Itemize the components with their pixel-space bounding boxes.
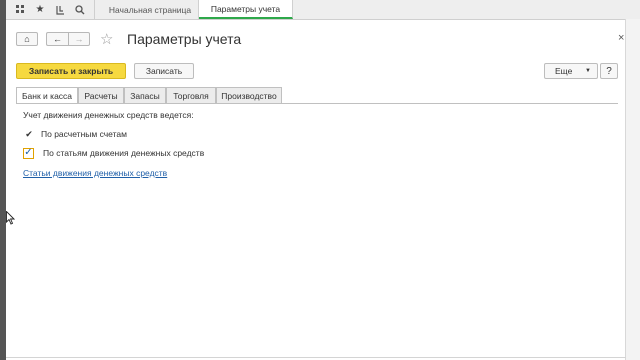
back-button[interactable]: ← (46, 32, 68, 46)
option-by-cash-flow-items[interactable]: ✓ По статьям движения денежных средств (23, 146, 204, 160)
arrow-left-icon: ← (53, 34, 62, 44)
tab-trade[interactable]: Торговля (166, 87, 216, 103)
top-tab-bar: ★ Начальная страница Параметры учета (6, 0, 640, 20)
home-icon: ⌂ (24, 34, 30, 44)
mouse-cursor-icon (6, 210, 16, 227)
home-button[interactable]: ⌂ (16, 32, 38, 46)
tab-panel-border (16, 103, 618, 104)
grid-icon[interactable] (12, 0, 28, 19)
star-icon[interactable]: ★ (32, 0, 48, 19)
tab-label: Параметры учета (210, 3, 281, 14)
checkbox[interactable]: ✓ (23, 147, 34, 159)
tab-accounting-parameters[interactable]: Параметры учета (199, 0, 293, 19)
tab-settlements[interactable]: Расчеты (78, 87, 124, 103)
save-and-close-button[interactable]: Записать и закрыть (16, 63, 126, 79)
help-button[interactable]: ? (600, 63, 618, 79)
tab-label: Начальная страница (108, 4, 192, 15)
forward-button[interactable]: → (68, 32, 90, 46)
cash-flow-items-link[interactable]: Статьи движения денежных средств (23, 168, 167, 178)
close-icon[interactable]: × (618, 32, 624, 44)
cash-flow-accounting-label: Учет движения денежных средств ведется: (23, 110, 194, 120)
right-frame-panel (625, 19, 640, 360)
chevron-down-icon: ▼ (585, 68, 591, 74)
save-button[interactable]: Записать (134, 63, 194, 79)
more-button[interactable]: Еще ▼ (544, 63, 598, 79)
checkmark-icon: ✔ (25, 128, 33, 139)
page-title: Параметры учета (127, 31, 242, 47)
bottom-edge (6, 357, 626, 358)
search-icon[interactable] (72, 0, 88, 19)
tab-home-page[interactable]: Начальная страница (102, 0, 199, 19)
option-by-accounts[interactable]: ✔ По расчетным счетам (23, 127, 127, 141)
tab-production[interactable]: Производство (216, 87, 282, 103)
left-window-edge (0, 0, 6, 360)
history-icon[interactable] (52, 0, 68, 19)
arrow-right-icon: → (74, 34, 84, 44)
toolbar-separator (94, 0, 95, 19)
option-by-accounts-label: По расчетным счетам (41, 129, 127, 139)
favorite-star-icon[interactable]: ☆ (100, 30, 113, 48)
more-label: Еще (555, 66, 573, 76)
tab-bank-cash[interactable]: Банк и касса (16, 87, 78, 104)
tab-inventory[interactable]: Запасы (124, 87, 166, 103)
option-by-cash-flow-items-label: По статьям движения денежных средств (43, 148, 205, 158)
